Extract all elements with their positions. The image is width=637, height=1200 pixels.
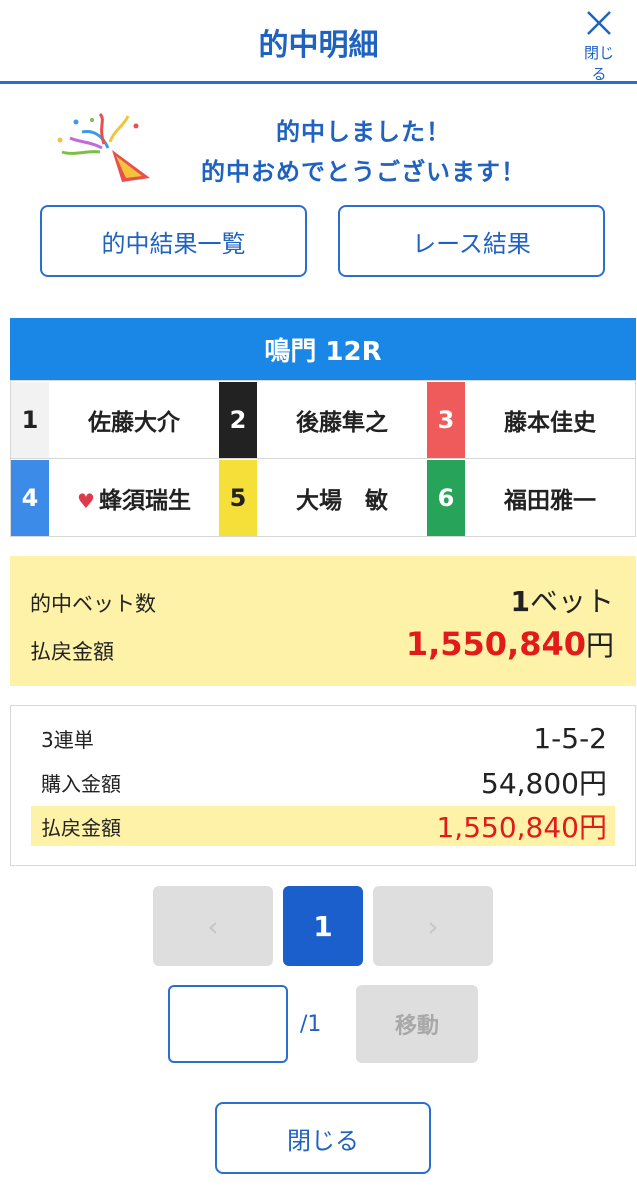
page-title: 的中明細 — [258, 28, 379, 63]
racer-number: 5 — [219, 460, 257, 536]
bets-count-value: 1 — [510, 585, 530, 618]
close-button[interactable]: 閉じる — [215, 1102, 431, 1174]
racer-number: 1 — [11, 382, 49, 458]
race-results-button[interactable]: レース結果 — [338, 205, 605, 277]
racer-name: 福田雅一 — [504, 488, 596, 514]
racer-number: 3 — [427, 382, 465, 458]
payout-total-value: 1,550,840 — [405, 625, 586, 663]
racer-number: 6 — [427, 460, 465, 536]
header-bar: 的中明細 閉じる — [0, 0, 637, 84]
racer-number: 2 — [219, 382, 257, 458]
page-total: /1 — [300, 1012, 322, 1037]
racer-name-wrap: ♥ 蜂須瑞生 — [49, 481, 219, 515]
racer-name: 後藤隼之 — [296, 410, 388, 436]
yen-unit: 円 — [585, 629, 614, 662]
racer-item: 1 佐藤大介 — [11, 381, 219, 459]
bet-detail: 3連単 1-5-2 購入金額 54,800円 払戻金額 1,550,840円 — [10, 705, 636, 866]
move-button[interactable]: 移動 — [356, 985, 478, 1063]
race-title: 鳴門 12R — [10, 318, 636, 380]
congrats-line-1: 的中しました！ — [276, 118, 451, 146]
racer-name: 藤本佳史 — [504, 410, 596, 436]
heart-icon: ♥ — [77, 489, 95, 513]
hit-summary: 的中ベット数 1ベット 払戻金額 1,550,840円 — [10, 556, 636, 686]
results-list-button[interactable]: 的中結果一覧 — [40, 205, 307, 277]
bet-type-row: 3連単 1-5-2 — [31, 718, 615, 758]
detail-payout-row: 払戻金額 1,550,840円 — [31, 806, 615, 846]
purchase-value: 54,800円 — [481, 767, 607, 800]
bets-count: 1ベット — [511, 580, 615, 620]
current-page-button[interactable]: 1 — [283, 886, 363, 966]
bet-type: 3連単 — [41, 727, 94, 752]
racer-item: 3 藤本佳史 — [427, 381, 635, 459]
close-header-label: 閉じる — [583, 44, 614, 83]
detail-payout-value: 1,550,840円 — [436, 811, 607, 844]
next-page-button[interactable]: › — [373, 886, 493, 966]
prev-page-button[interactable]: ‹ — [153, 886, 273, 966]
racer-name: 佐藤大介 — [88, 410, 180, 436]
racer-number: 4 — [11, 460, 49, 536]
page-number-input[interactable] — [168, 985, 288, 1063]
racer-item: 5 大場 敏 — [219, 459, 427, 537]
close-header-button[interactable]: 閉じる — [579, 8, 619, 83]
racers-grid: 1 佐藤大介 2 後藤隼之 3 藤本佳史 4 ♥ 蜂須瑞生 5 大場 敏 6 福田… — [10, 380, 636, 537]
purchase-label: 購入金額 — [41, 771, 121, 796]
close-icon — [587, 11, 611, 35]
racer-item: 2 後藤隼之 — [219, 381, 427, 459]
congrats-message: 的中しました！ 的中おめでとうございます！ — [0, 108, 637, 188]
bets-label: 的中ベット数 — [30, 592, 156, 616]
purchase-row: 購入金額 54,800円 — [31, 762, 615, 802]
racer-item: 4 ♥ 蜂須瑞生 — [11, 459, 219, 537]
congrats-line-2: 的中おめでとうございます！ — [201, 158, 526, 186]
racer-name: 蜂須瑞生 — [98, 488, 191, 514]
bets-unit: ベット — [529, 585, 614, 618]
payout-total: 1,550,840円 — [406, 624, 614, 664]
racer-name: 大場 敏 — [296, 488, 388, 514]
bet-combination: 1-5-2 — [533, 721, 607, 755]
payout-label: 払戻金額 — [30, 640, 114, 664]
racer-item: 6 福田雅一 — [427, 459, 635, 537]
detail-payout-label: 払戻金額 — [41, 815, 121, 840]
